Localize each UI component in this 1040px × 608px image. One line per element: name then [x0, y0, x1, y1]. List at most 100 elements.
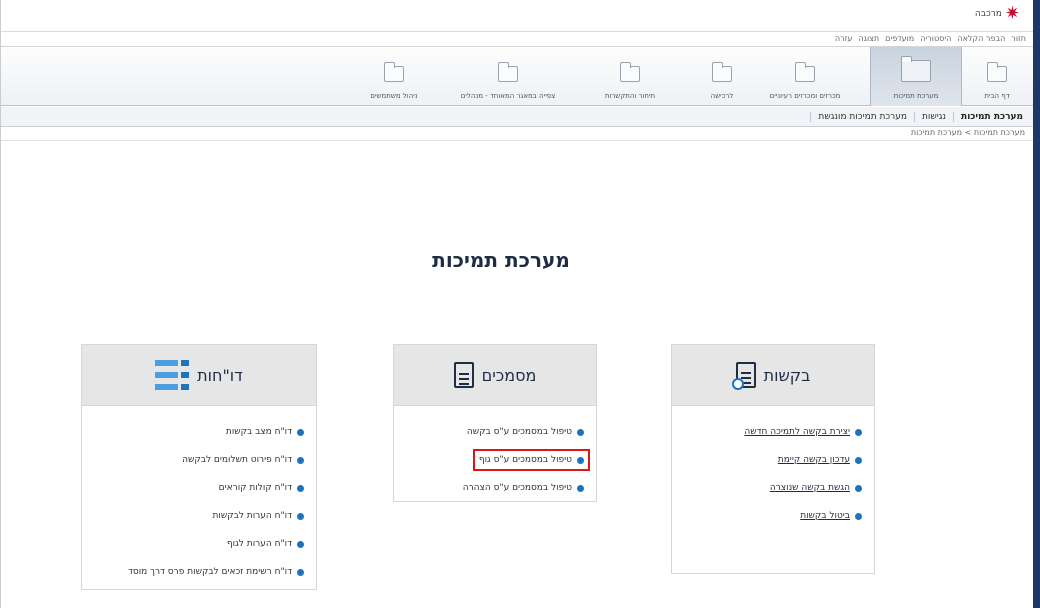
documents-panel: מסמכים טיפול במסמכים ע"ס בקשה טיפול במסמ…	[393, 344, 597, 502]
breadcrumb-separator: >	[964, 128, 972, 137]
link-label: טיפול במסמכים ע"ס גוף	[478, 455, 572, 465]
view-link[interactable]: תצוגה	[858, 34, 879, 43]
documents-panel-body: טיפול במסמכים ע"ס בקשה טיפול במסמכים ע"ס…	[393, 406, 597, 502]
reports-panel-body: דו"ח מצב בקשות דו"ח פירוט תשלומים לבקשה …	[81, 406, 317, 590]
help-link[interactable]: עזרה	[835, 34, 853, 43]
bullet-icon	[297, 484, 304, 492]
tab-purchase[interactable]: לרכישה	[698, 47, 746, 106]
bullet-icon	[297, 540, 304, 548]
tab-home[interactable]: דף הבית	[966, 47, 1028, 106]
bullet-icon	[297, 512, 304, 520]
top-header: ✷ מרכבה	[1, 0, 1034, 30]
bullet-icon	[577, 456, 584, 464]
link-label: ביטול בקשות	[800, 511, 850, 521]
highlight-box: טיפול במסמכים ע"ס גוף	[472, 449, 591, 471]
folder-icon	[795, 62, 815, 82]
bullet-icon	[855, 484, 862, 492]
requests-panel-header: בקשות	[671, 344, 875, 406]
page-title: מערכת תמיכות	[432, 248, 570, 272]
forward-link[interactable]: הבפר הקלאה	[957, 34, 1005, 43]
window-edge-bar	[1033, 0, 1040, 608]
folder-icon	[712, 62, 732, 82]
breadcrumb-current: מערכת תמיכות	[910, 128, 963, 137]
top-nav-tabs: דף הבית מערכת תמיכות מכרזים ומכרזים רעיו…	[1, 46, 1034, 106]
bullet-icon	[855, 512, 862, 520]
bullet-icon	[297, 568, 304, 576]
tab-user-management[interactable]: ניהול משתמשים	[360, 47, 428, 106]
star-logo-icon: ✷	[1004, 3, 1020, 24]
folder-icon	[620, 62, 640, 82]
tab-label: ניהול משתמשים	[370, 92, 418, 100]
breadcrumb-item[interactable]: מערכת תמיכות	[974, 128, 1025, 137]
tab-label: צפייה במאגר המאוחד - מנהלים	[460, 92, 556, 100]
bullet-icon	[297, 428, 304, 436]
top-links: חזור הבפר הקלאה היסטוריה מועדפים תצוגה ע…	[1, 31, 1034, 45]
link-label: דו"ח מצב בקשות	[225, 427, 292, 437]
subnav-support-system[interactable]: מערכת תמיכות	[953, 111, 1030, 122]
report-request-comments-link[interactable]: דו"ח הערות לבקשות	[92, 502, 304, 530]
tab-label: מערכת תמיכות	[893, 92, 939, 100]
requests-panel-title: בקשות	[763, 365, 811, 385]
bullet-icon	[855, 428, 862, 436]
document-search-icon	[731, 362, 756, 390]
report-request-status-link[interactable]: דו"ח מצב בקשות	[92, 418, 304, 446]
back-link[interactable]: חזור	[1011, 34, 1026, 43]
sub-navigation: מערכת תמיכות נגישות מערכת תמיכות מונגשת	[1, 107, 1034, 127]
requests-panel-body: יצירת בקשה לתמיכה חדשה עדכון בקשה קיימת …	[671, 406, 875, 574]
documents-panel-title: מסמכים	[481, 365, 537, 385]
link-label: דו"ח פירוט תשלומים לבקשה	[182, 455, 292, 465]
logo-text: מרכבה	[974, 9, 1002, 19]
update-existing-request-link[interactable]: עדכון בקשה קיימת	[682, 446, 862, 474]
link-label: הגשת בקשה שנוצרה	[769, 483, 850, 493]
link-label: עדכון בקשה קיימת	[777, 455, 850, 465]
tab-unified-repository[interactable]: צפייה במאגר המאוחד - מנהלים	[446, 47, 570, 106]
report-payment-details-link[interactable]: דו"ח פירוט תשלומים לבקשה	[92, 446, 304, 474]
subnav-accessible-support-system[interactable]: מערכת תמיכות מונגשת	[810, 111, 914, 122]
bullet-icon	[855, 456, 862, 464]
breadcrumb: מערכת תמיכות > מערכת תמיכות	[911, 128, 1025, 137]
link-label: טיפול במסמכים ע"ס בקשה	[466, 427, 572, 437]
logo[interactable]: ✷ מרכבה	[975, 5, 1020, 23]
subnav-accessibility[interactable]: נגישות	[913, 111, 953, 122]
tab-bidding[interactable]: תיחור והתקשרות	[588, 47, 672, 106]
folder-icon	[987, 62, 1007, 82]
documents-by-body-link[interactable]: טיפול במסמכים ע"ס גוף	[404, 446, 591, 474]
create-new-request-link[interactable]: יצירת בקשה לתמיכה חדשה	[682, 418, 862, 446]
link-label: יצירת בקשה לתמיכה חדשה	[744, 427, 850, 437]
tab-label: דף הבית	[984, 92, 1010, 100]
tab-label: לרכישה	[710, 92, 734, 100]
documents-by-declaration-link[interactable]: טיפול במסמכים ע"ס הצהרה	[404, 474, 584, 502]
link-label: דו"ח קולות קוראים	[218, 483, 292, 493]
bullet-icon	[577, 428, 584, 436]
link-label: דו"ח רשימת זכאים לבקשות פרס דרך מוסד	[127, 567, 292, 577]
cancel-requests-link[interactable]: ביטול בקשות	[682, 502, 862, 530]
tab-tenders[interactable]: מכרזים ומכרזים רעיוניים	[754, 47, 856, 106]
folder-open-icon	[901, 56, 931, 82]
folder-icon	[498, 62, 518, 82]
favorites-link[interactable]: מועדפים	[885, 34, 914, 43]
link-label: דו"ח הערות לבקשות	[212, 511, 292, 521]
tab-label: תיחור והתקשרות	[604, 92, 656, 100]
report-body-comments-link[interactable]: דו"ח הערות לגוף	[92, 530, 304, 558]
folder-icon	[384, 62, 404, 82]
requests-panel: בקשות יצירת בקשה לתמיכה חדשה עדכון בקשה …	[671, 344, 875, 574]
document-settings-icon	[453, 362, 474, 388]
history-link[interactable]: היסטוריה	[920, 34, 951, 43]
divider	[1, 140, 1034, 141]
bullet-icon	[297, 456, 304, 464]
reports-panel-header: דו"חות	[81, 344, 317, 406]
tab-support-system[interactable]: מערכת תמיכות	[870, 47, 962, 106]
list-icon	[155, 360, 190, 390]
submit-created-request-link[interactable]: הגשת בקשה שנוצרה	[682, 474, 862, 502]
report-calls-for-proposals-link[interactable]: דו"ח קולות קוראים	[92, 474, 304, 502]
report-eligible-list-link[interactable]: דו"ח רשימת זכאים לבקשות פרס דרך מוסד	[92, 558, 304, 586]
bullet-icon	[577, 484, 584, 492]
documents-by-request-link[interactable]: טיפול במסמכים ע"ס בקשה	[404, 418, 584, 446]
link-label: דו"ח הערות לגוף	[226, 539, 292, 549]
app-window: ✷ מרכבה חזור הבפר הקלאה היסטוריה מועדפים…	[0, 0, 1034, 608]
tab-label: מכרזים ומכרזים רעיוניים	[769, 92, 841, 100]
link-label: טיפול במסמכים ע"ס הצהרה	[462, 483, 572, 493]
reports-panel: דו"חות דו"ח מצב בקשות דו"ח פירוט תשלומים…	[81, 344, 317, 590]
documents-panel-header: מסמכים	[393, 344, 597, 406]
reports-panel-title: דו"חות	[197, 365, 243, 385]
